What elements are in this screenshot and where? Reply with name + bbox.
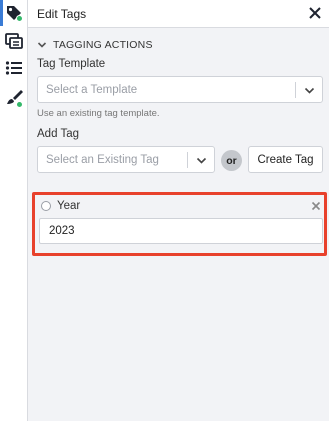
create-tag-button[interactable]: Create Tag bbox=[248, 146, 323, 173]
icon-rail bbox=[0, 0, 28, 421]
edit-tags-panel: Edit Tags TAGGING ACTIONS Tag Template S… bbox=[28, 0, 329, 421]
cards-icon[interactable] bbox=[5, 32, 23, 50]
close-icon[interactable] bbox=[307, 5, 323, 21]
tag-name: Year bbox=[57, 200, 81, 212]
tag-template-hint: Use an existing tag template. bbox=[37, 108, 160, 119]
panel-title: Edit Tags bbox=[37, 7, 87, 21]
existing-tag-placeholder: Select an Existing Tag bbox=[46, 154, 159, 166]
tag-template-placeholder: Select a Template bbox=[46, 84, 138, 96]
add-tag-label: Add Tag bbox=[37, 128, 79, 140]
tagging-actions-toggle[interactable]: TAGGING ACTIONS bbox=[37, 38, 153, 52]
brush-status-dot bbox=[16, 101, 23, 108]
chevron-down-icon bbox=[304, 87, 315, 94]
select-separator bbox=[295, 82, 296, 98]
chevron-down-icon bbox=[37, 42, 47, 48]
tag-value-input[interactable] bbox=[39, 218, 323, 244]
existing-tag-select[interactable]: Select an Existing Tag bbox=[37, 146, 215, 173]
list-icon[interactable] bbox=[5, 59, 23, 77]
section-title: TAGGING ACTIONS bbox=[53, 39, 153, 51]
tag-template-label: Tag Template bbox=[37, 58, 106, 70]
tag-template-select[interactable]: Select a Template bbox=[37, 76, 323, 103]
or-separator: or bbox=[221, 150, 242, 171]
panel-header: Edit Tags bbox=[28, 0, 329, 28]
remove-tag-icon[interactable] bbox=[311, 201, 321, 211]
chevron-down-icon bbox=[196, 157, 207, 164]
tag-status-dot bbox=[16, 15, 23, 22]
active-indicator bbox=[0, 0, 3, 26]
tag-editor-year: Year bbox=[32, 192, 327, 256]
tag-radio[interactable] bbox=[41, 201, 51, 211]
select-separator bbox=[187, 152, 188, 168]
